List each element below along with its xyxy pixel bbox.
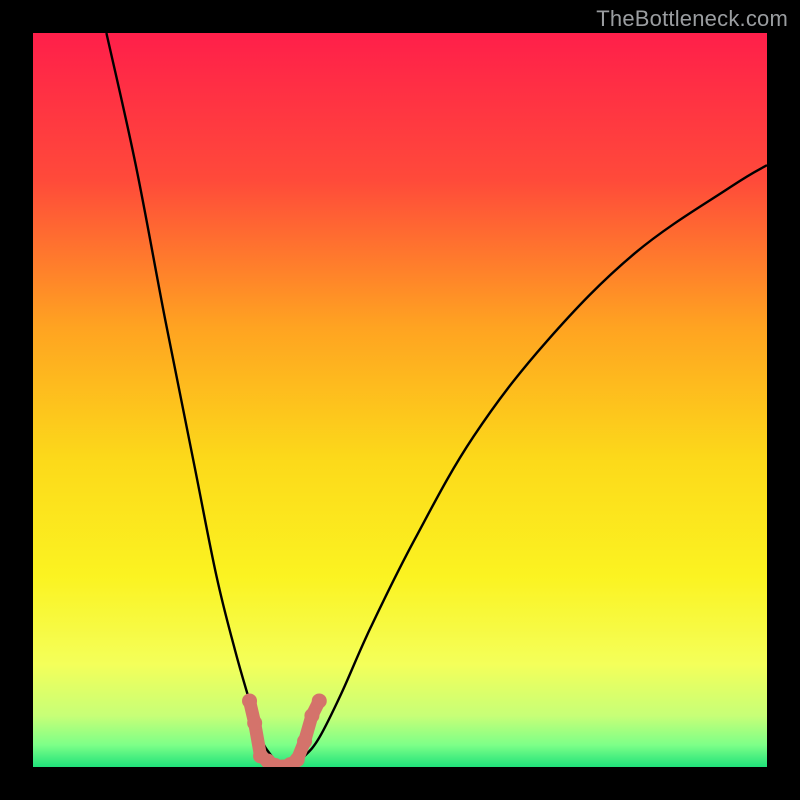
heat-gradient-background [33, 33, 767, 767]
chart-frame: TheBottleneck.com [0, 0, 800, 800]
marker-dot [290, 752, 305, 767]
bottleneck-chart [33, 33, 767, 767]
plot-area [33, 33, 767, 767]
watermark-text: TheBottleneck.com [596, 6, 788, 32]
marker-dot [297, 734, 312, 749]
marker-dot [304, 708, 319, 723]
marker-dot [242, 693, 257, 708]
marker-dot [312, 693, 327, 708]
marker-dot [247, 715, 262, 730]
